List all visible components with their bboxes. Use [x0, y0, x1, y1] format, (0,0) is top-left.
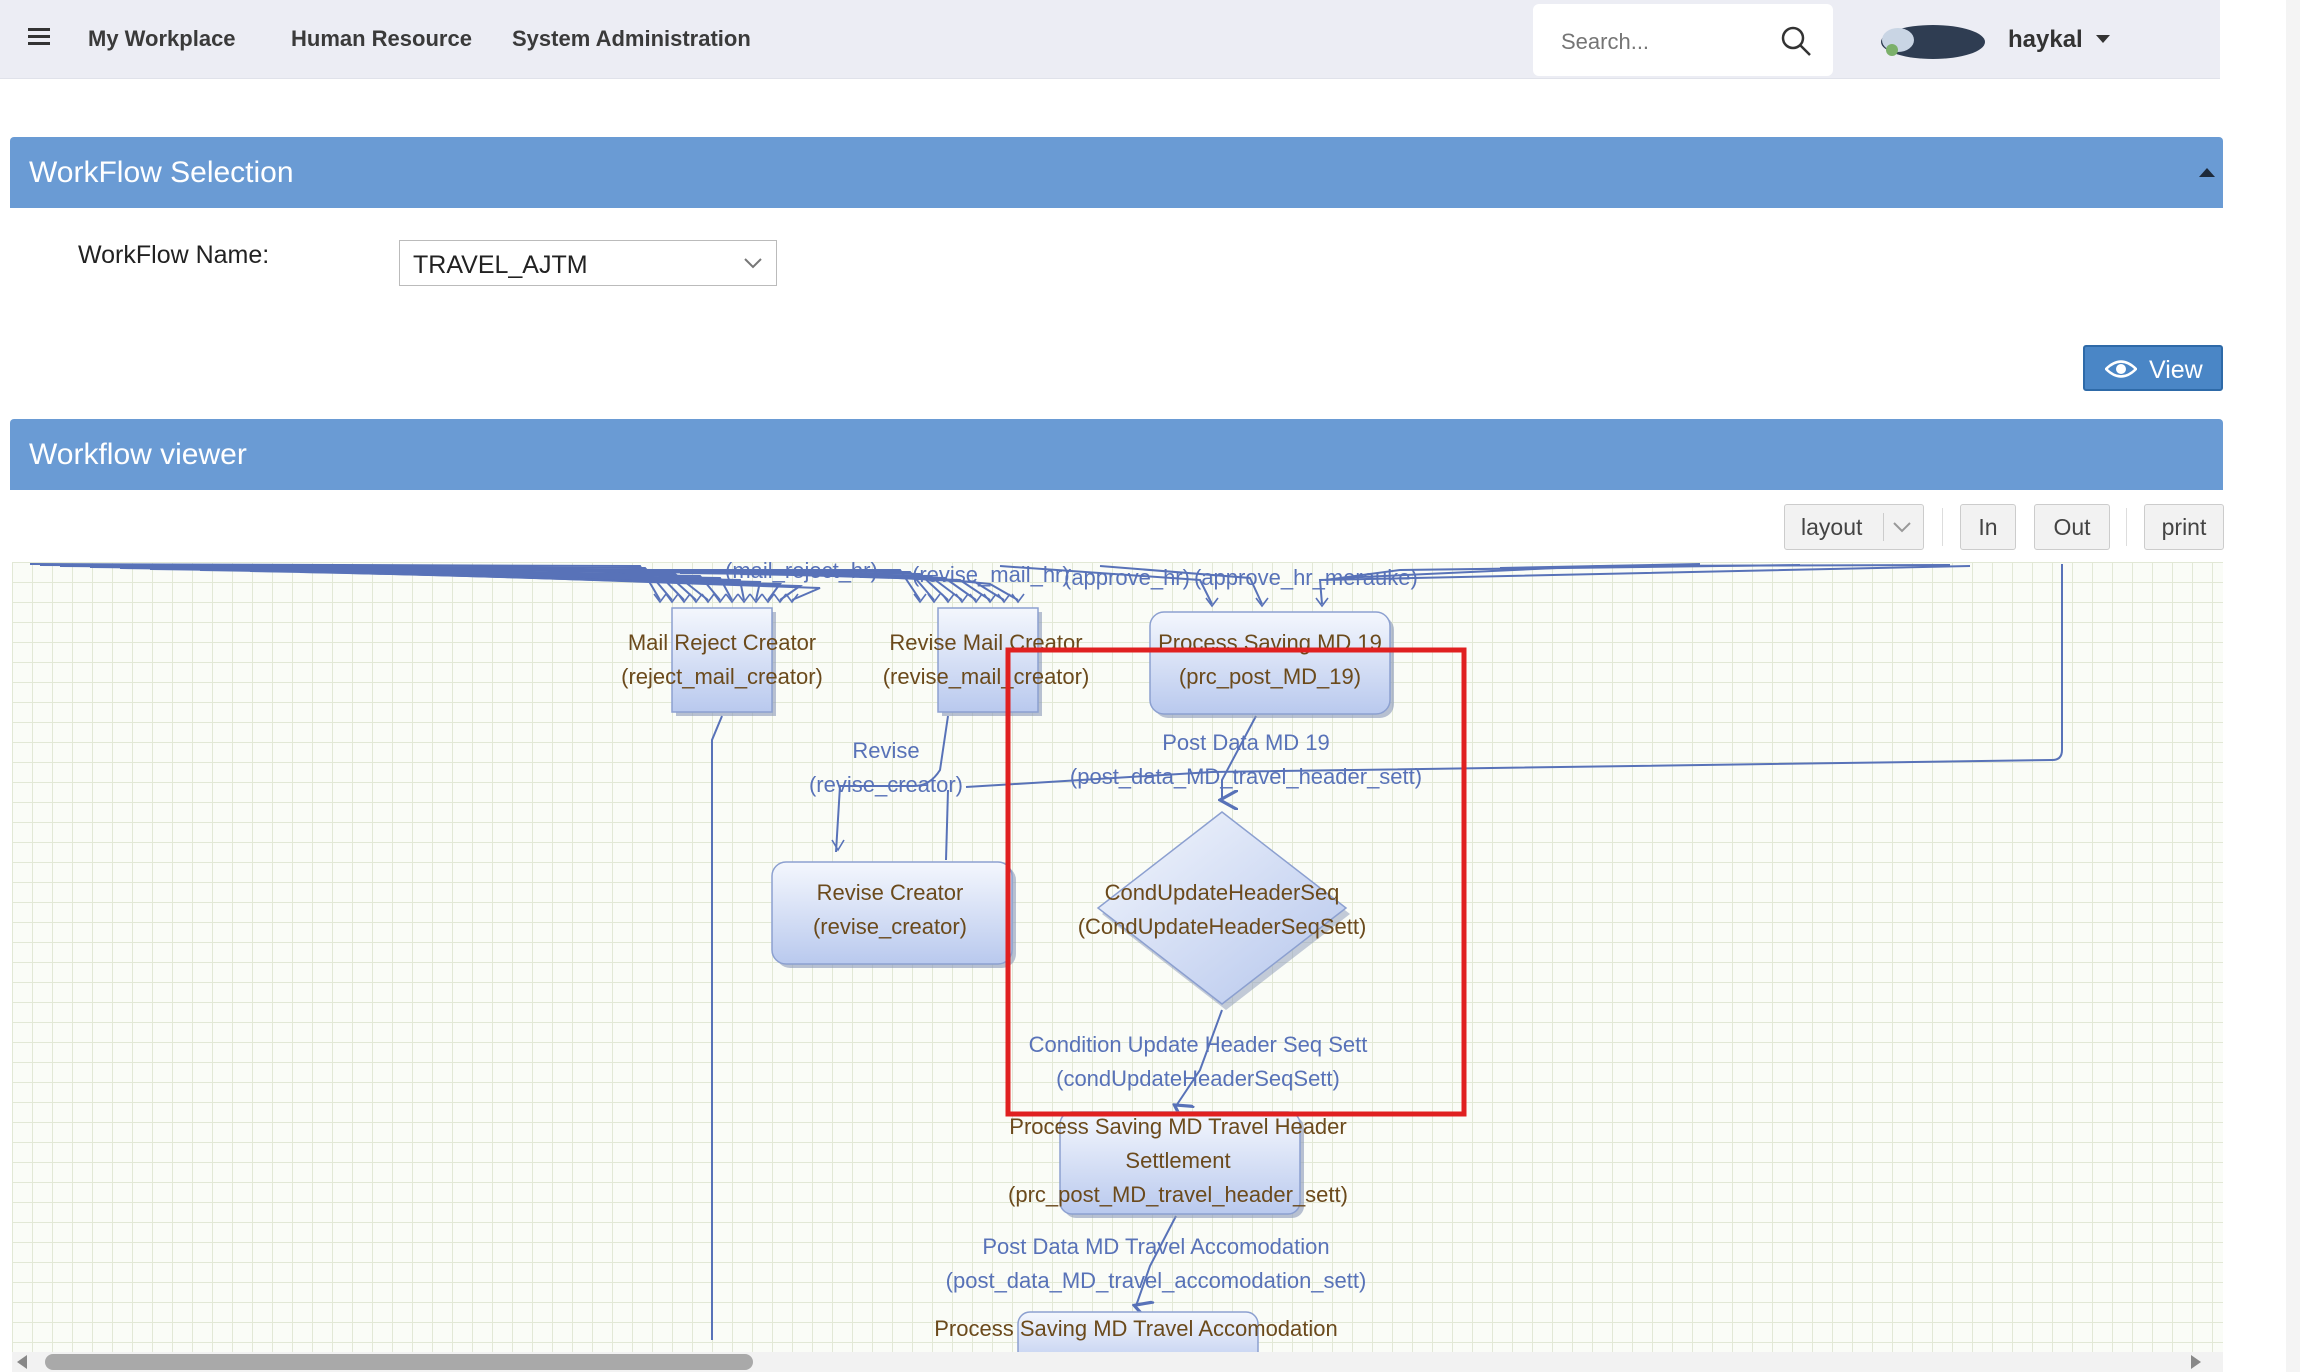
hamburger-icon[interactable] [28, 28, 50, 46]
edge-label-approve-hr: (approve_hr) [1064, 565, 1190, 590]
nav-system-administration[interactable]: System Administration [512, 26, 751, 52]
workflow-selection-header[interactable]: WorkFlow Selection [10, 137, 2223, 208]
toolbar-divider [1942, 508, 1943, 546]
node-revise-creator-title[interactable]: Revise Creator [817, 880, 964, 905]
edge-label-post-md19-id: (post_data_MD_travel_header_sett) [1070, 764, 1422, 789]
edge-label-post-md19: Post Data MD 19 [1162, 730, 1330, 755]
edge-label-cond-update: Condition Update Header Seq Sett [1029, 1032, 1368, 1057]
node-process-header-title[interactable]: Process Saving MD Travel Header [1009, 1114, 1346, 1139]
search-box [1533, 4, 1833, 76]
node-revise-mail-id[interactable]: (revise_mail_creator) [883, 664, 1090, 689]
workflow-name-value: TRAVEL_AJTM [413, 251, 588, 279]
chevron-down-icon [744, 258, 762, 269]
chevron-down-icon [1893, 522, 1911, 533]
incoming-arrowheads [653, 593, 1329, 608]
node-mail-reject-title[interactable]: Mail Reject Creator [628, 630, 816, 655]
workflow-name-select[interactable]: TRAVEL_AJTM [399, 240, 777, 286]
node-revise-creator-id[interactable]: (revise_creator) [813, 914, 967, 939]
view-button[interactable]: View [2083, 345, 2223, 391]
node-process-md19-id[interactable]: (prc_post_MD_19) [1179, 664, 1361, 689]
caret-down-icon[interactable] [2096, 35, 2110, 44]
node-mail-reject-id[interactable]: (reject_mail_creator) [621, 664, 823, 689]
node-process-accomodation-title[interactable]: Process Saving MD Travel Accomodation [934, 1316, 1338, 1341]
edge-label-revise-id: (revise_creator) [809, 772, 963, 797]
edge-label-revise-mail-hr: (revise_mail_hr) [912, 562, 1070, 587]
edge-label-cond-update-id: (condUpdateHeaderSeqSett) [1056, 1066, 1340, 1091]
eye-icon [2105, 360, 2137, 378]
toolbar-divider [2126, 508, 2127, 546]
zoom-out-button[interactable]: Out [2034, 504, 2110, 550]
panel-title: Workflow viewer [29, 438, 247, 471]
workflow-canvas[interactable]: (mail_reject_hr) (revise_mail_hr) (appro… [12, 562, 2223, 1352]
vertical-scrollbar[interactable] [2286, 0, 2300, 1372]
horizontal-scroll-thumb[interactable] [45, 1354, 753, 1370]
edge-label-post-accomodation-id: (post_data_MD_travel_accomodation_sett) [946, 1268, 1367, 1293]
edge-label-revise: Revise [852, 738, 919, 763]
avatar[interactable] [1880, 24, 1986, 60]
nav-my-workplace[interactable]: My Workplace [88, 26, 236, 52]
scroll-right-icon[interactable] [2190, 1355, 2202, 1369]
user-name[interactable]: haykal [2008, 26, 2083, 54]
edge-label-approve-hr-merauke: (approve_hr_merauke) [1194, 565, 1418, 590]
node-process-header-title-2[interactable]: Settlement [1125, 1148, 1230, 1173]
edge-label-mail-reject-hr: (mail_reject_hr) [725, 562, 878, 583]
node-cond-update-title[interactable]: CondUpdateHeaderSeq [1105, 880, 1340, 905]
search-input[interactable] [1559, 24, 1773, 60]
layout-label: layout [1801, 514, 1863, 540]
nav-human-resource[interactable]: Human Resource [291, 26, 472, 52]
workflow-diagram: (mail_reject_hr) (revise_mail_hr) (appro… [29, 562, 2063, 1352]
scroll-left-icon[interactable] [16, 1355, 28, 1369]
node-process-header-id[interactable]: (prc_post_MD_travel_header_sett) [1008, 1182, 1348, 1207]
top-edge-labels: (mail_reject_hr) (revise_mail_hr) (appro… [725, 562, 1418, 590]
collapse-arrow-icon[interactable] [2199, 167, 2215, 177]
arrow-icon [831, 839, 845, 852]
node-cond-update-id[interactable]: (CondUpdateHeaderSeqSett) [1078, 914, 1367, 939]
view-button-label: View [2149, 356, 2203, 384]
workflow-name-label: WorkFlow Name: [78, 241, 270, 269]
workflow-viewer-header: Workflow viewer [10, 419, 2223, 490]
print-button[interactable]: print [2144, 504, 2224, 550]
zoom-in-button[interactable]: In [1960, 504, 2016, 550]
layout-select[interactable]: layout [1784, 504, 1924, 550]
edge-label-post-accomodation: Post Data MD Travel Accomodation [982, 1234, 1329, 1259]
search-icon[interactable] [1779, 24, 1813, 58]
panel-title: WorkFlow Selection [29, 156, 294, 189]
